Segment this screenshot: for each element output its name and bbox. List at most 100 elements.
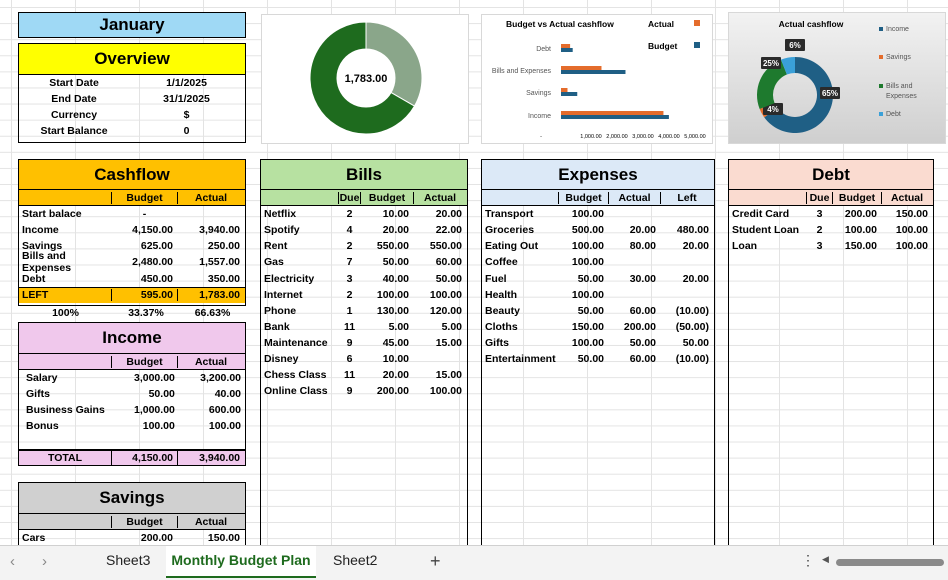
cell[interactable]: Groceries [482,224,558,236]
cell[interactable]: End Date [19,93,129,105]
cell[interactable]: 1 [338,305,360,317]
scrollbar-thumb[interactable] [836,559,944,566]
cell[interactable]: Transport [482,208,558,220]
cell[interactable]: 100.00 [881,240,932,252]
more-options-icon[interactable]: ⋮ [801,552,815,569]
cell[interactable]: Eating Out [482,240,558,252]
cell[interactable]: 3 [806,208,832,220]
cell[interactable]: 11 [338,369,360,381]
cell[interactable]: 50.00 [558,353,608,365]
cell[interactable]: 40.00 [360,273,413,285]
cell[interactable]: 100.00 [413,385,466,397]
cell[interactable]: Spotify [261,224,338,236]
horizontal-scrollbar[interactable]: ◀ [822,554,946,567]
cell[interactable]: 2 [806,224,832,236]
cell[interactable]: 40.00 [179,388,245,400]
cell[interactable]: 31/1/2025 [129,93,244,105]
cell[interactable]: 120.00 [413,305,466,317]
cell[interactable]: 200.00 [111,532,177,544]
cell[interactable]: Fuel [482,273,558,285]
cell[interactable]: 550.00 [360,240,413,252]
scroll-right-icon[interactable]: › [42,553,47,570]
cell[interactable]: Entertainment [482,353,558,365]
cell[interactable]: 500.00 [558,224,608,236]
cell[interactable]: Business Gains [23,404,114,416]
cell[interactable]: Maintenance [261,337,338,349]
cell[interactable]: $ [129,109,244,121]
cell[interactable]: 50.00 [558,305,608,317]
cell[interactable]: 50.00 [660,337,713,349]
cell[interactable]: Coffee [482,256,558,268]
cell[interactable]: 100.00 [360,289,413,301]
cell[interactable]: 60.00 [413,256,466,268]
cell[interactable]: 20.00 [413,208,466,220]
cell[interactable]: Bills and Expenses [19,250,111,274]
cell[interactable]: 150.00 [177,532,244,544]
cell[interactable]: 550.00 [413,240,466,252]
cell[interactable]: 100.00 [558,240,608,252]
actual-cashflow-chart[interactable]: Actual cashflow 65% 4% 25% 6% Income Savings Bi… [728,12,946,144]
cell[interactable]: Gifts [482,337,558,349]
cell[interactable]: Credit Card [729,208,806,220]
cell[interactable]: 100.00 [832,224,881,236]
cell[interactable]: 3,000.00 [114,372,179,384]
cell[interactable]: Gifts [23,388,114,400]
scrollbar-left-arrow-icon[interactable]: ◀ [822,554,829,565]
cell[interactable]: 50.00 [114,388,179,400]
cell[interactable]: Online Class [261,385,338,397]
cell[interactable]: Start balace [19,208,111,220]
cell[interactable]: 200.00 [608,321,660,333]
cell[interactable]: 20.00 [660,273,713,285]
cell[interactable]: 9 [338,337,360,349]
cell[interactable]: Internet [261,289,338,301]
tab-monthly-budget-plan[interactable]: Monthly Budget Plan [166,546,316,578]
cell[interactable]: 60.00 [608,353,660,365]
cell[interactable]: 22.00 [413,224,466,236]
cell[interactable]: 2,480.00 [111,256,177,268]
cell[interactable]: Cars [19,532,111,544]
cell[interactable]: (10.00) [660,305,713,317]
cell[interactable]: 100.00 [558,256,608,268]
cell[interactable]: Currency [19,109,129,121]
cell[interactable]: 150.00 [832,240,881,252]
cell[interactable]: 7 [338,256,360,268]
cell[interactable]: Netflix [261,208,338,220]
cell[interactable]: Bank [261,321,338,333]
cell[interactable]: 3,940.00 [177,224,244,236]
cell[interactable]: 15.00 [413,369,466,381]
cell[interactable]: 100.00 [413,289,466,301]
cell[interactable]: 50.00 [413,273,466,285]
cell[interactable]: 50.00 [360,256,413,268]
cell[interactable]: 100.00 [558,208,608,220]
cell[interactable]: 100.00 [881,224,932,236]
cell[interactable]: Chess Class [261,369,338,381]
cell[interactable]: - [111,208,177,220]
cell[interactable]: 5.00 [360,321,413,333]
cell[interactable]: 480.00 [660,224,713,236]
cell[interactable]: 100.00 [558,289,608,301]
cell[interactable]: Salary [23,372,114,384]
cell[interactable]: 15.00 [413,337,466,349]
cell[interactable]: 150.00 [558,321,608,333]
cell[interactable]: 250.00 [177,240,244,252]
scroll-left-icon[interactable]: ‹ [10,553,15,570]
cell[interactable]: Disney [261,353,338,365]
cashflow-donut-chart[interactable]: 33.37% 66.63% 1,783.00 [261,14,469,144]
tab-sheet3[interactable]: Sheet3 [106,552,150,568]
cell[interactable]: 4,150.00 [111,224,177,236]
cell[interactable]: (10.00) [660,353,713,365]
cell[interactable]: 100.00 [179,420,245,432]
cell[interactable]: 2 [338,240,360,252]
cell[interactable]: Electricity [261,273,338,285]
cell[interactable]: 9 [338,385,360,397]
cell[interactable]: 80.00 [608,240,660,252]
cell[interactable]: 130.00 [360,305,413,317]
cell[interactable]: 450.00 [111,273,177,285]
cell[interactable]: Start Date [19,77,129,89]
cell[interactable]: 60.00 [608,305,660,317]
cell[interactable]: 3,200.00 [179,372,245,384]
cell[interactable]: 6 [338,353,360,365]
cell[interactable]: 200.00 [360,385,413,397]
cell[interactable]: 10.00 [360,353,413,365]
cell[interactable]: Rent [261,240,338,252]
